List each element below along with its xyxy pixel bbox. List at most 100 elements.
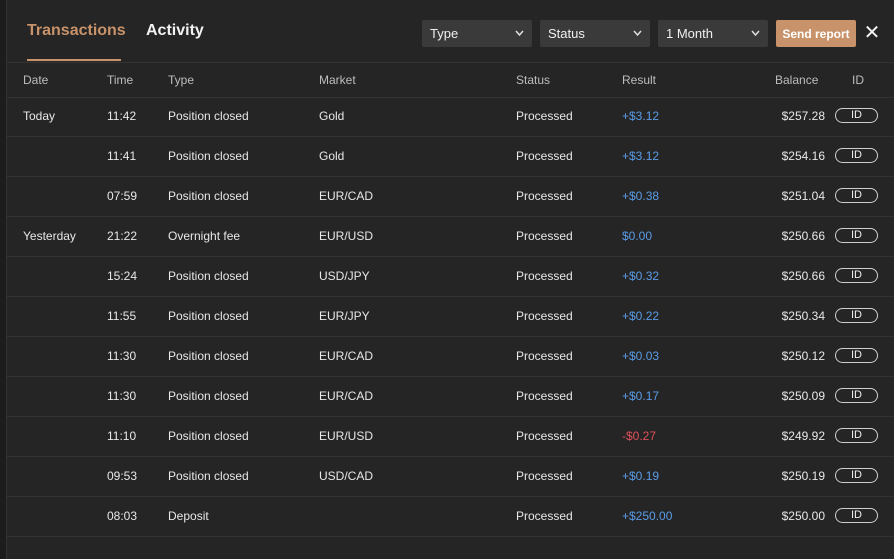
period-filter-select[interactable]: 1 Month [658,20,768,47]
column-header-result: Result [622,73,657,87]
row-time: 11:42 [107,109,137,123]
row-id-button[interactable]: ID [835,428,878,443]
row-status: Processed [516,149,573,163]
row-balance: $250.34 [781,309,825,323]
chevron-down-icon [751,20,760,58]
row-balance: $251.04 [781,189,825,203]
row-market: EUR/CAD [319,389,374,403]
type-filter-select[interactable]: Type [422,20,532,47]
transactions-panel: Transactions Activity Type Status 1 Mont… [6,0,894,559]
row-market: USD/JPY [319,269,370,283]
row-result: +$0.03 [622,349,660,363]
row-type: Position closed [168,429,249,443]
row-type: Deposit [168,509,209,523]
row-id-button[interactable]: ID [835,508,878,523]
row-balance: $249.92 [781,429,825,443]
row-balance: $250.12 [781,349,825,363]
row-balance: $250.00 [781,509,825,523]
row-balance: $254.16 [781,149,825,163]
row-status: Processed [516,229,573,243]
column-header-id: ID [852,73,864,87]
table-row: 11:30 Position closed EUR/CAD Processed +$0.… [7,377,894,417]
row-status: Processed [516,349,573,363]
table-row: 15:24 Position closed USD/JPY Processed +$0.… [7,257,894,297]
row-type: Position closed [168,469,249,483]
row-balance: $250.66 [781,229,825,243]
row-market: EUR/USD [319,429,374,443]
row-result: +$250.00 [622,509,673,523]
row-status: Processed [516,429,573,443]
row-result: +$0.38 [622,189,660,203]
active-tab-indicator [27,59,121,61]
table-row: 07:59 Position closed EUR/CAD Processed +$0.… [7,177,894,217]
row-time: 15:24 [107,269,138,283]
table-header: Date Time Type Market Status Result Bala… [7,63,894,98]
row-market: Gold [319,109,345,123]
chevron-down-icon [515,20,524,58]
row-id-button[interactable]: ID [835,108,878,123]
row-type: Position closed [168,309,249,323]
row-status: Processed [516,269,573,283]
row-result: +$3.12 [622,149,660,163]
column-header-date: Date [23,73,49,87]
row-status: Processed [516,309,573,323]
table-row: Today 11:42 Position closed Gold Processed +$… [7,97,894,137]
row-time: 11:30 [107,389,137,403]
row-time: 11:55 [107,309,137,323]
column-header-balance: Balance [775,73,819,87]
table-row: 11:41 Position closed Gold Processed +$3.12 $… [7,137,894,177]
row-status: Processed [516,509,573,523]
row-market: EUR/USD [319,229,374,243]
transactions-table-body: Today 11:42 Position closed Gold Processed +$… [7,97,894,537]
row-status: Processed [516,469,573,483]
row-result: +$3.12 [622,109,660,123]
row-balance: $250.66 [781,269,825,283]
row-id-button[interactable]: ID [835,468,878,483]
row-id-button[interactable]: ID [835,148,878,163]
close-icon[interactable]: ✕ [862,19,882,47]
send-report-button[interactable]: Send report [776,20,856,47]
chevron-down-icon [633,20,642,58]
table-row: 11:30 Position closed EUR/CAD Processed +$0.… [7,337,894,377]
row-id-button[interactable]: ID [835,228,878,243]
row-date: Yesterday [23,229,76,243]
row-id-button[interactable]: ID [835,268,878,283]
row-type: Position closed [168,269,249,283]
column-header-time: Time [107,73,134,87]
row-result: +$0.17 [622,389,660,403]
row-time: 07:59 [107,189,138,203]
column-header-status: Status [516,73,551,87]
panel-header: Transactions Activity Type Status 1 Mont… [7,0,894,63]
row-time: 09:53 [107,469,138,483]
tab-activity[interactable]: Activity [146,22,204,40]
row-id-button[interactable]: ID [835,388,878,403]
table-row: 11:55 Position closed EUR/JPY Processed +$0.… [7,297,894,337]
row-type: Position closed [168,389,249,403]
column-header-market: Market [319,73,356,87]
row-result: +$0.32 [622,269,660,283]
row-status: Processed [516,389,573,403]
row-market: USD/CAD [319,469,374,483]
row-time: 08:03 [107,509,138,523]
row-time: 21:22 [107,229,138,243]
row-date: Today [23,109,56,123]
row-status: Processed [516,109,573,123]
status-filter-select[interactable]: Status [540,20,650,47]
row-status: Processed [516,189,573,203]
tab-transactions[interactable]: Transactions [27,22,126,40]
row-balance: $250.09 [781,389,825,403]
row-id-button[interactable]: ID [835,188,878,203]
row-time: 11:30 [107,349,137,363]
row-result: $0.00 [622,229,653,243]
row-market: EUR/CAD [319,189,374,203]
row-type: Overnight fee [168,229,241,243]
row-result: +$0.19 [622,469,660,483]
period-filter-value: 1 Month [666,26,713,41]
row-id-button[interactable]: ID [835,348,878,363]
row-id-button[interactable]: ID [835,308,878,323]
row-market: EUR/CAD [319,349,374,363]
row-type: Position closed [168,149,249,163]
row-market: EUR/JPY [319,309,370,323]
table-row: Yesterday 21:22 Overnight fee EUR/USD Proces… [7,217,894,257]
row-result: +$0.22 [622,309,660,323]
